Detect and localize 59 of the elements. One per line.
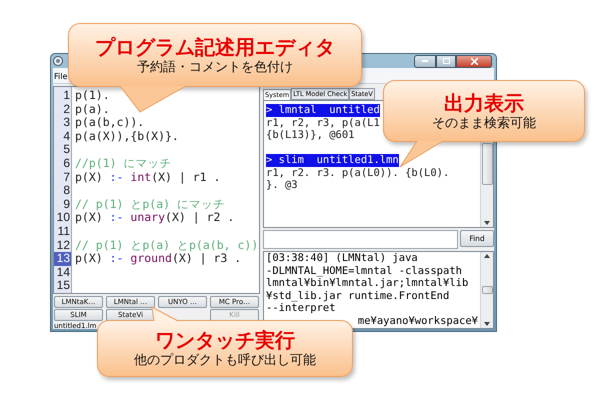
console-line: --interpret [266,302,336,314]
scrollbar[interactable] [480,252,493,328]
output-line: r1, r2, r3, p(a(L1 [266,116,380,129]
line-number: 9 [62,198,71,212]
line-number: 6 [62,156,71,171]
run-header: > lmntal untitled [266,104,380,116]
output-line: r1, r2. r3. p(a(L0)). {b(L0). [266,166,450,179]
callout-subtitle: そのまま検索可能 [432,114,536,132]
code-line: //p(1) にマッチ [75,156,172,170]
console-line: ¥std_lib.jar runtime.FrontEnd [266,290,450,302]
maximize-icon [442,58,450,64]
console-line: me¥ayano¥workspace¥ [358,314,478,327]
line-number: 14 [56,266,71,280]
callout-title: プログラム記述用エディタ [95,34,335,58]
output-line: }. @3 [266,179,298,192]
code-line: p(a). [75,102,110,116]
code-line: p(a(X)),{b(X)}. [75,128,179,143]
callout-subtitle: 他のプロダクトも呼び出し可能 [134,352,316,369]
line-number: 12 [56,238,71,252]
close-icon [470,58,478,64]
line-number: 5 [62,143,71,157]
line-number: 11 [56,224,71,239]
scroll-thumb[interactable] [482,286,492,294]
console-line: -DLMNTAL_HOME=lmntal -classpath [266,264,462,277]
line-number: 10 [56,211,71,225]
line-number: 7 [62,170,71,184]
code-editor[interactable] [53,86,260,294]
code-line: p(a(b,c)). [75,115,144,130]
maximize-button[interactable] [436,54,456,68]
code-line: p(X) :- int(X) | r1 . [75,170,220,184]
menu-item[interactable]: File [53,72,68,81]
minimize-icon [422,60,428,62]
code-line: p(X) :- ground(X) | r3 . [75,251,242,266]
minimize-button[interactable] [414,54,436,68]
app-icon [53,56,63,66]
line-number: 3 [62,116,71,130]
code-line: p(X) :- unary(X) | r2 . [75,210,234,224]
close-button[interactable] [456,54,492,68]
code-line: p(1). [75,88,110,102]
console-line: [03:38:40] (LMNtal) java [266,252,418,264]
callout-title: ワンタッチ実行 [155,328,295,352]
line-number: 2 [62,102,71,116]
console-line: lmntal¥bin¥lmntal.jar;lmntal¥lib [266,277,468,290]
scroll-up-icon[interactable] [484,254,490,258]
callout-subtitle: 予約語・コメントを色付け [137,58,293,76]
search-field[interactable] [263,230,458,249]
line-number: 13 [54,252,71,266]
line-number: 8 [62,184,71,198]
scroll-down-icon[interactable] [484,221,490,225]
line-number: 1 [62,89,71,103]
callout-title: 出力表示 [444,90,524,114]
code-line: // p(1) とp(a) とp(a(b, c)) [75,238,258,252]
scroll-down-icon[interactable] [484,322,490,326]
line-number: 4 [62,130,71,144]
run-header: > slim untitled1.lmn [266,154,399,166]
line-number: 15 [56,279,71,293]
output-line: {b(L13)}, @601 [266,129,355,142]
code-line: // p(1) とp(a) にマッチ [75,196,226,211]
scroll-thumb[interactable] [482,143,492,185]
